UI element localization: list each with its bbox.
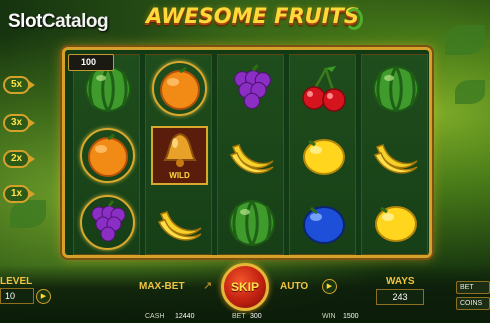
play-icon: ▶ [326,283,333,290]
symbol-orange [74,122,141,189]
chevron-right-icon: ▶ [40,293,47,300]
lemon-icon [302,138,345,175]
win-highlight-frame [152,61,207,116]
logo-accent-text: Catalog [41,11,109,32]
symbol-grapes [218,55,285,122]
symbol-banana [146,189,213,256]
level-label: LEVEL [0,276,33,287]
win-highlight-frame [80,195,135,250]
max-bet-button[interactable]: MAX-BET [139,281,185,292]
win-label: WIN [322,313,336,320]
plum-icon [302,205,345,244]
symbol-watermelon [218,189,285,256]
symbol-orange [146,55,213,122]
multiplier-1x: 1x [3,185,35,203]
symbol-plum [290,189,357,256]
coins-button[interactable]: COINS [456,297,490,310]
symbol-lemon [362,189,429,256]
logo-main-text: Slot [8,11,42,32]
bet-label: BET [232,313,246,320]
background-leaf [10,200,46,228]
ways-label: WAYS [386,276,415,287]
bet-value: 300 [250,313,262,320]
symbol-cherry [290,55,357,122]
auto-play-button[interactable]: ▶ [322,279,337,294]
wild-label: WILD [169,171,190,180]
title-leaf-swirl-icon [345,8,363,30]
ways-value: 243 [376,289,424,305]
banana-icon [157,210,202,241]
reel-1 [73,54,140,255]
win-amount-badge: 100 [68,54,114,71]
multiplier-2x: 2x [3,150,35,168]
game-title: AWESOME FRUITS [146,4,359,28]
multiplier-3x: 3x [3,114,35,132]
reel-3 [217,54,284,255]
bet-button[interactable]: BET [456,281,490,294]
symbol-wild-bell: WILD [146,122,213,189]
cash-label: CASH [145,313,165,320]
cash-value: 12440 [175,313,195,320]
reel-board: WILD [62,47,432,258]
watermelon-icon [84,65,131,112]
symbol-watermelon [362,55,429,122]
level-increase-button[interactable]: ▶ [36,289,51,304]
symbol-banana [362,122,429,189]
grapes-icon [233,63,271,109]
watermelon-icon [228,199,275,246]
reel-5 [361,54,428,255]
symbol-grapes [74,189,141,256]
banana-icon [229,143,274,174]
watermelon-icon [372,65,419,112]
spin-skip-button[interactable]: SKIP [221,263,269,311]
site-watermark-logo: SlotCatalog [8,11,109,33]
reel-4 [289,54,356,255]
bell-icon [162,132,197,167]
level-value: 10 [0,288,34,304]
win-highlight-frame [80,128,135,183]
background-leaf [455,80,485,104]
symbol-banana [218,122,285,189]
win-value: 1500 [343,313,359,320]
lemon-icon [374,205,417,242]
arrow-up-right-icon: ↗ [203,280,213,292]
reel-2: WILD [145,54,212,255]
symbol-lemon [290,122,357,189]
multiplier-5x: 5x [3,76,35,94]
auto-spin-button[interactable]: AUTO [280,281,308,292]
banana-icon [373,143,418,174]
background-leaf [445,25,485,55]
cherry-icon [301,65,346,112]
